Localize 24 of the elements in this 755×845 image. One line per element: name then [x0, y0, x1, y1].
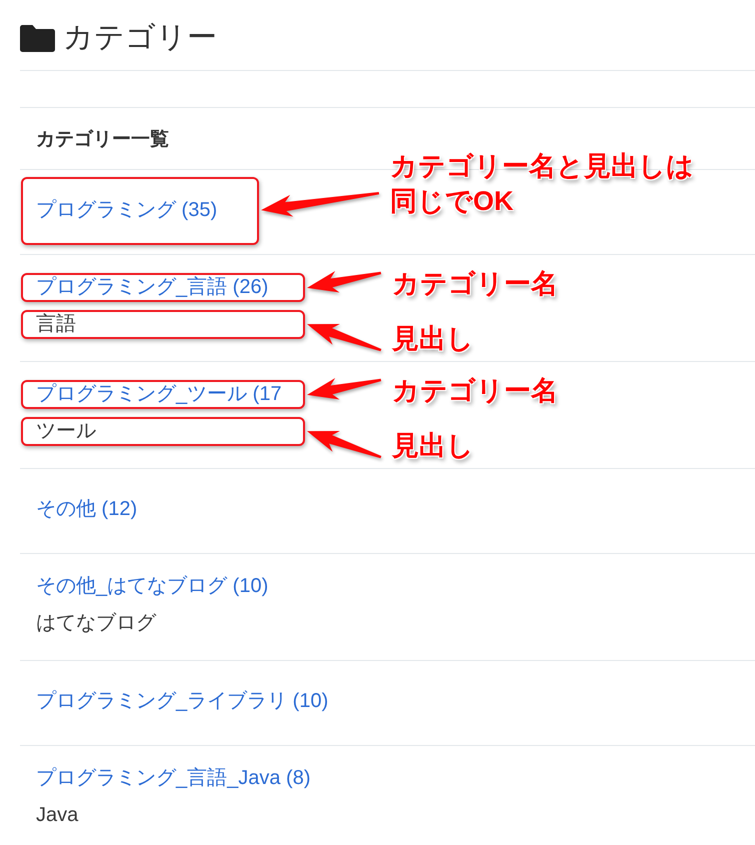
callout-label: 見出し — [392, 322, 474, 355]
category-link[interactable]: プログラミング_言語_Java (8) — [36, 766, 310, 791]
category-link[interactable]: その他 (12) — [36, 497, 138, 522]
page-title: カテゴリー — [63, 20, 217, 56]
heading-text: はてなブログ — [36, 611, 156, 636]
section-heading: カテゴリー一覧 — [36, 128, 169, 152]
category-link[interactable]: プログラミング (35) — [36, 198, 218, 223]
callout-label: カテゴリー名 — [392, 374, 558, 407]
category-link[interactable]: プログラミング_言語 (26) — [36, 275, 268, 300]
category-link[interactable]: プログラミング_ライブラリ (10) — [36, 689, 328, 714]
folder-icon — [20, 24, 55, 52]
arrow-icon — [261, 192, 380, 217]
arrow-icon — [307, 431, 382, 459]
category-link[interactable]: その他_はてなブログ (10) — [36, 574, 268, 599]
callout-label: 見出し — [392, 429, 474, 462]
heading-text: 言語 — [36, 312, 76, 337]
callout-label: カテゴリー名と見出しは同じでOK — [390, 150, 695, 218]
heading-text: ツール — [36, 419, 96, 444]
arrow-icon — [307, 378, 382, 400]
category-link[interactable]: プログラミング_ツール (17 — [36, 382, 282, 407]
arrow-icon — [307, 324, 382, 352]
arrow-icon — [307, 270, 382, 292]
callout-label: カテゴリー名 — [392, 267, 558, 300]
heading-text: Java — [36, 803, 78, 828]
